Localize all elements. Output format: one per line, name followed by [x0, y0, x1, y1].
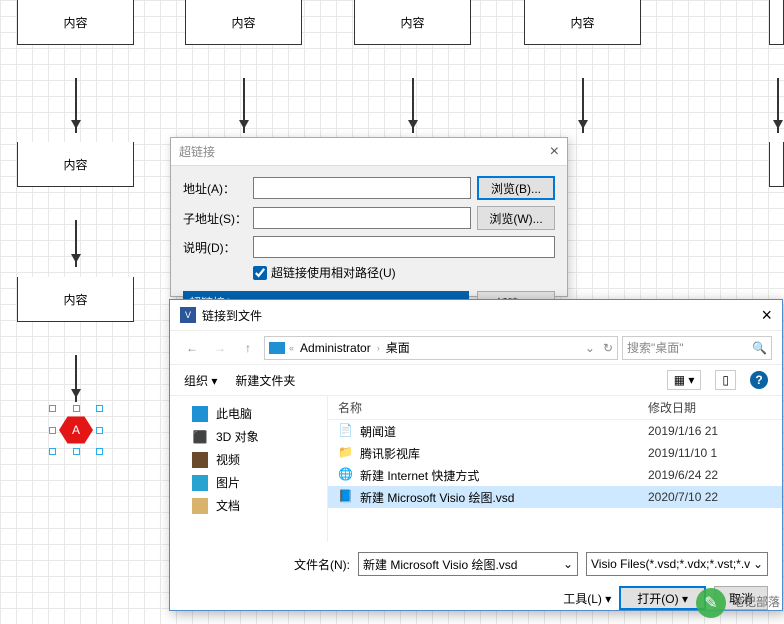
- dropdown-icon[interactable]: ⌄: [585, 341, 595, 355]
- connector-arrow: [582, 78, 584, 133]
- pictures-icon: [192, 475, 208, 491]
- subaddress-input[interactable]: [253, 207, 471, 229]
- subaddress-label: 子地址(S)：: [183, 210, 247, 227]
- shortcut-icon: 🌐: [338, 467, 354, 483]
- chevron-down-icon: ⌄: [753, 557, 763, 571]
- pc-icon: [269, 342, 285, 354]
- address-bar[interactable]: « Administrator › 桌面 ⌄ ↻: [264, 336, 618, 360]
- shape-body[interactable]: 内容: [354, 0, 471, 45]
- visio-icon: V: [180, 307, 196, 323]
- selection-handle[interactable]: [73, 448, 80, 455]
- desc-label: 说明(D)：: [183, 239, 247, 256]
- shape-body[interactable]: [769, 142, 784, 187]
- dialog-titlebar[interactable]: V 链接到文件 ×: [170, 300, 782, 330]
- sidebar-item-pictures: 图片: [170, 471, 327, 494]
- file-icon: 📄: [338, 423, 354, 439]
- dialog-titlebar[interactable]: 超链接 ×: [171, 138, 567, 166]
- sidebar-item-thispc: 此电脑: [170, 402, 327, 425]
- chevron-down-icon: ⌄: [563, 557, 573, 571]
- connector-arrow: [412, 78, 414, 133]
- shape-body[interactable]: [769, 0, 784, 45]
- shape-body[interactable]: 内容: [17, 142, 134, 187]
- view-icon[interactable]: ▦ ▾: [667, 370, 702, 390]
- back-icon[interactable]: ←: [180, 336, 204, 360]
- shape-body[interactable]: 内容: [17, 277, 134, 322]
- file-row-selected[interactable]: 📘新建 Microsoft Visio 绘图.vsd2020/7/10 22: [328, 486, 782, 508]
- selection-handle[interactable]: [49, 405, 56, 412]
- selection-handle[interactable]: [96, 405, 103, 412]
- hexagon-shape[interactable]: A: [59, 415, 93, 445]
- watermark: ✎ 笔记部落: [696, 588, 780, 618]
- visio-file-icon: 📘: [338, 489, 354, 505]
- folder-icon: 📁: [338, 445, 354, 461]
- connector-arrow: [75, 78, 77, 133]
- search-input[interactable]: 搜索"桌面" 🔍: [622, 336, 772, 360]
- column-name[interactable]: 名称: [328, 399, 648, 416]
- column-date[interactable]: 修改日期: [648, 399, 782, 416]
- sidebar-item-documents: 文档: [170, 494, 327, 517]
- file-row[interactable]: 🌐新建 Internet 快捷方式2019/6/24 22: [328, 464, 782, 486]
- up-icon[interactable]: ↑: [236, 336, 260, 360]
- close-icon[interactable]: ×: [761, 305, 772, 326]
- shape-body[interactable]: 内容: [524, 0, 641, 45]
- sidebar-item-video: 视频: [170, 448, 327, 471]
- connector-arrow: [777, 78, 779, 133]
- connector-arrow: [75, 220, 77, 267]
- dialog-title: 超链接: [179, 143, 215, 160]
- shape-body[interactable]: 内容: [17, 0, 134, 45]
- desc-input[interactable]: [253, 236, 555, 258]
- sidebar-tree[interactable]: 此电脑 ⬛3D 对象 视频 图片 文档: [170, 396, 328, 542]
- search-icon: 🔍: [752, 341, 767, 355]
- selection-handle[interactable]: [96, 448, 103, 455]
- address-label: 地址(A)：: [183, 180, 247, 197]
- tools-menu[interactable]: 工具(L) ▾: [563, 590, 611, 607]
- selection-handle[interactable]: [49, 427, 56, 434]
- dialog-title: 链接到文件: [202, 307, 262, 324]
- shape-body[interactable]: 内容: [185, 0, 302, 45]
- filename-label: 文件名(N):: [294, 556, 350, 573]
- organize-menu[interactable]: 组织 ▾: [184, 372, 217, 389]
- path-segment[interactable]: 桌面: [384, 339, 412, 356]
- browse-w-button[interactable]: 浏览(W)...: [477, 206, 555, 230]
- relative-path-checkbox[interactable]: [253, 266, 267, 280]
- sidebar-item-3d: ⬛3D 对象: [170, 425, 327, 448]
- open-button[interactable]: 打开(O) ▾: [619, 586, 706, 610]
- chevron-icon: «: [289, 343, 294, 353]
- preview-icon[interactable]: ▯: [715, 370, 736, 390]
- documents-icon: [192, 498, 208, 514]
- connector-arrow: [243, 78, 245, 133]
- video-icon: [192, 452, 208, 468]
- logo-icon: ✎: [696, 588, 726, 618]
- forward-icon[interactable]: →: [208, 336, 232, 360]
- relative-path-label: 超链接使用相对路径(U): [271, 264, 396, 281]
- selection-handle[interactable]: [96, 427, 103, 434]
- selection-handle[interactable]: [73, 405, 80, 412]
- filter-combo[interactable]: Visio Files(*.vsd;*.vdx;*.vst;*.v⌄: [586, 552, 768, 576]
- browse-button[interactable]: 浏览(B)...: [477, 176, 555, 200]
- cube-icon: ⬛: [192, 429, 208, 445]
- file-open-dialog: V 链接到文件 × ← → ↑ « Administrator › 桌面 ⌄ ↻…: [169, 299, 783, 611]
- close-icon[interactable]: ×: [550, 143, 559, 161]
- file-list[interactable]: 名称 修改日期 📄朝闻道2019/1/16 21 📁腾讯影视库2019/11/1…: [328, 396, 782, 542]
- path-segment[interactable]: Administrator: [298, 341, 373, 355]
- pc-icon: [192, 406, 208, 422]
- hyperlink-dialog: 超链接 × 地址(A)： 浏览(B)... 子地址(S)： 浏览(W)... 说…: [170, 137, 568, 297]
- refresh-icon[interactable]: ↻: [603, 341, 613, 355]
- new-folder-button[interactable]: 新建文件夹: [235, 372, 295, 389]
- help-icon[interactable]: ?: [750, 371, 768, 389]
- file-row[interactable]: 📄朝闻道2019/1/16 21: [328, 420, 782, 442]
- filename-combo[interactable]: 新建 Microsoft Visio 绘图.vsd⌄: [358, 552, 578, 576]
- chevron-icon: ›: [377, 343, 380, 353]
- connector-arrow: [75, 355, 77, 402]
- address-input[interactable]: [253, 177, 471, 199]
- file-row[interactable]: 📁腾讯影视库2019/11/10 1: [328, 442, 782, 464]
- selection-handle[interactable]: [49, 448, 56, 455]
